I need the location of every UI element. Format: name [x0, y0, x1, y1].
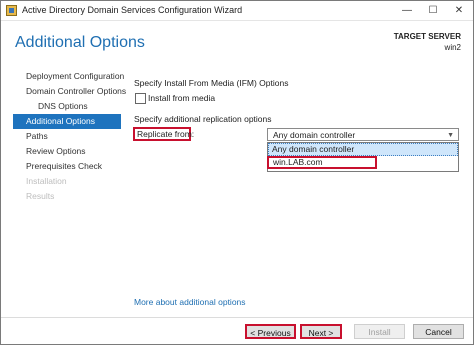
nav-item-dns-options[interactable]: DNS Options [13, 99, 121, 114]
next-button[interactable]: Next > [300, 324, 342, 339]
replicate-from-select[interactable]: Any domain controller ▼ [267, 128, 459, 141]
nav-item-prerequisites-check[interactable]: Prerequisites Check [13, 159, 121, 174]
dropdown-option-any-dc[interactable]: Any domain controller [268, 143, 458, 156]
dropdown-option-win-lab[interactable]: win.LAB.com [267, 156, 377, 169]
install-button: Install [354, 324, 405, 339]
replication-heading: Specify additional replication options [134, 114, 272, 124]
install-from-media-label[interactable]: Install from media [148, 93, 215, 103]
nav-item-additional-options[interactable]: Additional Options [13, 114, 121, 129]
wizard-header: Additional Options TARGET SERVER win2 [1, 21, 473, 65]
target-server-label: TARGET SERVER [393, 32, 461, 41]
minimize-button[interactable]: — [394, 1, 420, 20]
target-server-value: win2 [444, 43, 461, 52]
chevron-down-icon[interactable]: ▼ [447, 129, 454, 142]
nav-item-deployment-configuration[interactable]: Deployment Configuration [13, 69, 124, 84]
wizard-nav: Deployment Configuration Domain Controll… [13, 69, 126, 204]
wizard-window: Active Directory Domain Services Configu… [0, 0, 474, 345]
server-manager-icon [6, 5, 17, 16]
ifm-heading: Specify Install From Media (IFM) Options [134, 78, 289, 88]
nav-item-domain-controller-options[interactable]: Domain Controller Options [13, 84, 126, 99]
footer-divider [1, 317, 473, 318]
replicate-from-value: Any domain controller [273, 130, 356, 140]
page-title: Additional Options [15, 34, 145, 51]
replicate-from-label: Replicate from: [133, 127, 194, 141]
cancel-button[interactable]: Cancel [413, 324, 464, 339]
replicate-from-dropdown: Any domain controller win.LAB.com [267, 142, 459, 172]
close-button[interactable]: ✕ [446, 1, 472, 20]
maximize-button[interactable]: ☐ [420, 1, 446, 20]
more-about-link[interactable]: More about additional options [134, 297, 246, 307]
nav-item-paths[interactable]: Paths [13, 129, 121, 144]
install-from-media-checkbox[interactable] [135, 93, 146, 104]
nav-item-installation: Installation [26, 176, 67, 186]
nav-item-results: Results [26, 191, 55, 201]
window-title: Active Directory Domain Services Configu… [22, 5, 243, 15]
nav-item-review-options[interactable]: Review Options [13, 144, 121, 159]
title-bar: Active Directory Domain Services Configu… [1, 1, 473, 21]
previous-button[interactable]: < Previous [245, 324, 296, 339]
